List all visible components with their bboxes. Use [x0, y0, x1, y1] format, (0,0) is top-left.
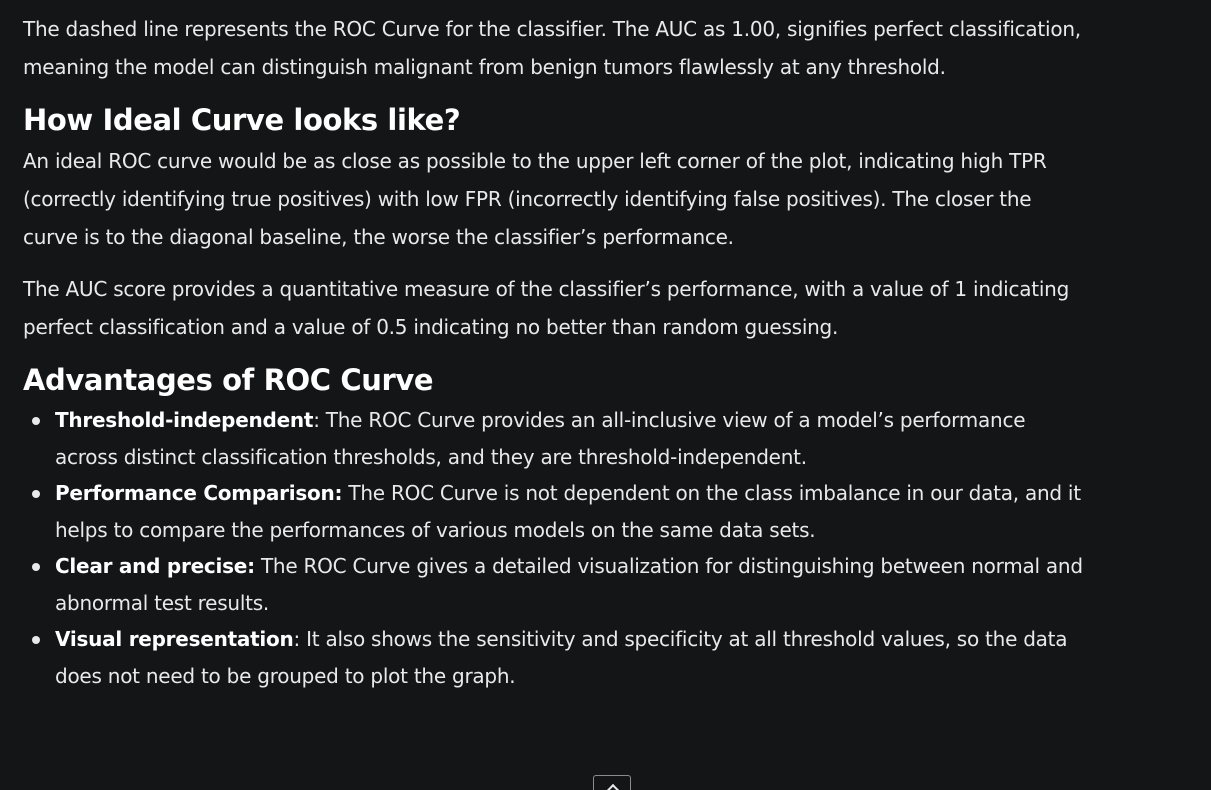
heading-ideal-curve: How Ideal Curve looks like?: [23, 103, 461, 137]
advantages-list: Threshold-independent: The ROC Curve pro…: [23, 402, 1083, 694]
bullet-icon: [32, 563, 40, 571]
list-item-term: Performance Comparison:: [55, 481, 343, 505]
list-item-term: Visual representation: [55, 627, 294, 651]
list-item: Performance Comparison: The ROC Curve is…: [23, 475, 1083, 548]
article-content: The dashed line represents the ROC Curve…: [23, 10, 1083, 694]
ideal-curve-paragraph: An ideal ROC curve would be as close as …: [23, 149, 1047, 249]
chevron-up-icon: [605, 783, 621, 790]
bullet-icon: [32, 490, 40, 498]
heading-advantages: Advantages of ROC Curve: [23, 363, 434, 397]
list-item-term: Threshold-independent: [55, 408, 314, 432]
list-item-term: Clear and precise:: [55, 554, 255, 578]
bullet-icon: [32, 636, 40, 644]
bullet-icon: [32, 417, 40, 425]
list-item: Visual representation: It also shows the…: [23, 621, 1083, 694]
auc-score-paragraph: The AUC score provides a quantitative me…: [23, 277, 1070, 339]
list-item: Clear and precise: The ROC Curve gives a…: [23, 548, 1083, 621]
intro-paragraph: The dashed line represents the ROC Curve…: [23, 17, 1081, 79]
list-item: Threshold-independent: The ROC Curve pro…: [23, 402, 1083, 475]
scroll-to-top-button[interactable]: [593, 775, 631, 790]
